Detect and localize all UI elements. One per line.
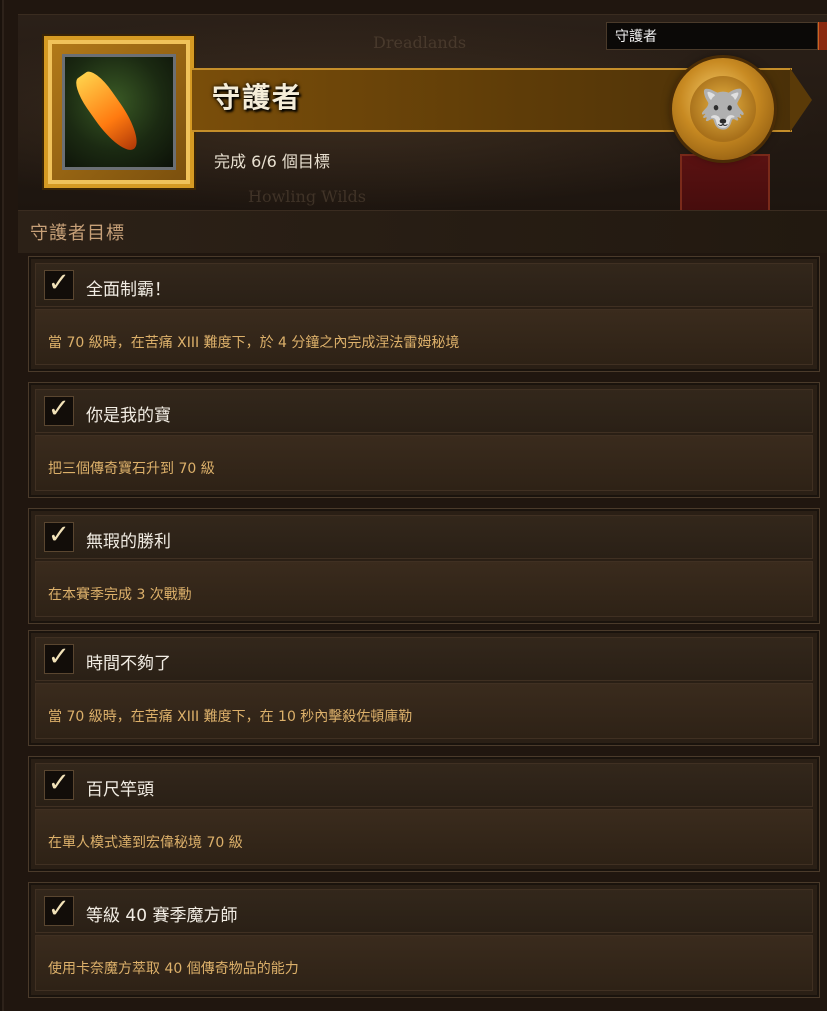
search-input[interactable]	[606, 22, 818, 50]
objective-header: ✓ 全面制霸！	[35, 263, 813, 307]
wolf-icon: 🐺	[690, 76, 756, 142]
objective-checkbox: ✓	[44, 642, 74, 674]
section-header	[18, 210, 827, 253]
section-title: 守護者目標	[30, 223, 125, 244]
objective-description: 把三個傳奇寶石升到 70 級	[48, 461, 215, 477]
objective-checkbox: ✓	[44, 394, 74, 426]
objective-header: ✓ 百尺竿頭	[35, 763, 813, 807]
objective-checkbox: ✓	[44, 768, 74, 800]
achievement-icon	[62, 54, 176, 170]
objective-body: 使用卡奈魔方萃取 40 個傳奇物品的能力	[35, 935, 813, 991]
achievement-title: 守護者	[212, 81, 303, 114]
objective-title: 全面制霸！	[86, 280, 171, 300]
objective-title: 你是我的寶	[86, 406, 171, 426]
objective-header: ✓ 你是我的寶	[35, 389, 813, 433]
objective-card: ✓ 無瑕的勝利 在本賽季完成 3 次戰勳	[28, 508, 820, 624]
checkmark-icon: ✓	[48, 642, 70, 672]
achievement-icon-frame	[44, 36, 194, 188]
objective-card: ✓ 你是我的寶 把三個傳奇寶石升到 70 級	[28, 382, 820, 498]
objective-card: ✓ 時間不夠了 當 70 級時，在苦痛 XIII 難度下，在 10 秒內擊殺佐頓…	[28, 630, 820, 746]
objective-header: ✓ 時間不夠了	[35, 637, 813, 681]
objective-title: 百尺竿頭	[86, 780, 154, 800]
objective-card: ✓ 等級 40 賽季魔方師 使用卡奈魔方萃取 40 個傳奇物品的能力	[28, 882, 820, 998]
objective-title: 等級 40 賽季魔方師	[86, 906, 238, 926]
flame-icon	[69, 66, 147, 158]
objective-card: ✓ 全面制霸！ 當 70 級時，在苦痛 XIII 難度下，於 4 分鐘之內完成涅…	[28, 256, 820, 372]
map-label: Dreadlands	[373, 33, 467, 52]
title-banner-arrow	[790, 68, 812, 132]
objective-body: 在本賽季完成 3 次戰勳	[35, 561, 813, 617]
objective-body: 當 70 級時，在苦痛 XIII 難度下，於 4 分鐘之內完成涅法雷姆秘境	[35, 309, 813, 365]
objective-checkbox: ✓	[44, 268, 74, 300]
objective-title: 時間不夠了	[86, 654, 171, 674]
achievement-progress: 完成 6/6 個目標	[214, 152, 330, 171]
objective-title: 無瑕的勝利	[86, 532, 171, 552]
objective-header: ✓ 無瑕的勝利	[35, 515, 813, 559]
objective-body: 在單人模式達到宏偉秘境 70 級	[35, 809, 813, 865]
search-button[interactable]	[818, 22, 827, 50]
objective-header: ✓ 等級 40 賽季魔方師	[35, 889, 813, 933]
map-label: Howling Wilds	[248, 187, 366, 206]
objective-description: 當 70 級時，在苦痛 XIII 難度下，於 4 分鐘之內完成涅法雷姆秘境	[48, 335, 460, 351]
objective-description: 當 70 級時，在苦痛 XIII 難度下，在 10 秒內擊殺佐頓庫勒	[48, 709, 413, 725]
objective-checkbox: ✓	[44, 894, 74, 926]
checkmark-icon: ✓	[48, 520, 70, 550]
checkmark-icon: ✓	[48, 894, 70, 924]
objective-description: 在單人模式達到宏偉秘境 70 級	[48, 835, 243, 851]
objective-body: 把三個傳奇寶石升到 70 級	[35, 435, 813, 491]
objective-description: 使用卡奈魔方萃取 40 個傳奇物品的能力	[48, 961, 299, 977]
objective-body: 當 70 級時，在苦痛 XIII 難度下，在 10 秒內擊殺佐頓庫勒	[35, 683, 813, 739]
objective-checkbox: ✓	[44, 520, 74, 552]
checkmark-icon: ✓	[48, 394, 70, 424]
objective-card: ✓ 百尺竿頭 在單人模式達到宏偉秘境 70 級	[28, 756, 820, 872]
checkmark-icon: ✓	[48, 268, 70, 298]
checkmark-icon: ✓	[48, 768, 70, 798]
objective-description: 在本賽季完成 3 次戰勳	[48, 587, 192, 603]
wolf-emblem-icon: 🐺	[672, 58, 774, 160]
